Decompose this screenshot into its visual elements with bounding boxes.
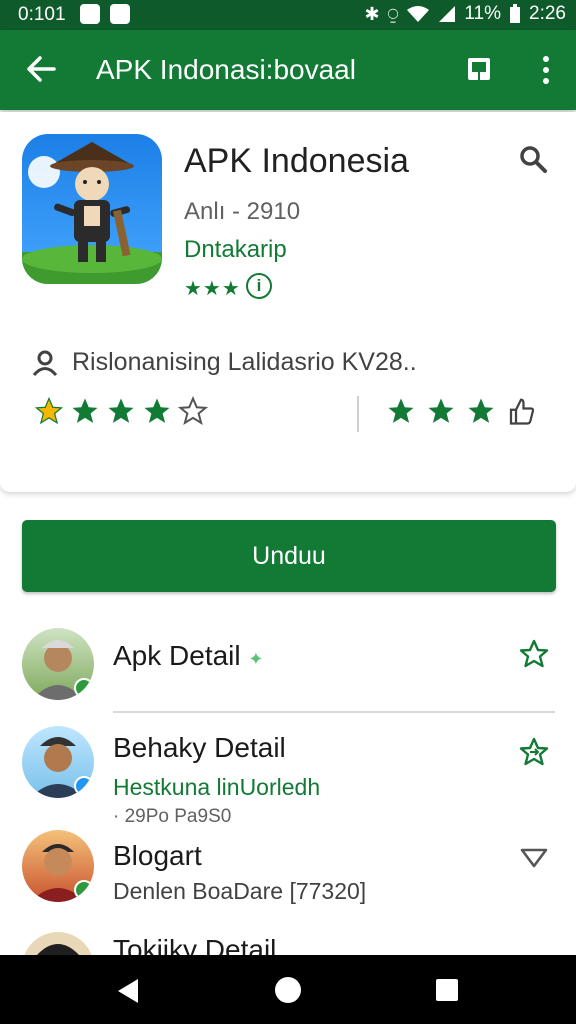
more-vert-icon[interactable] — [532, 54, 560, 86]
wifi-icon — [407, 6, 430, 22]
item-subtitle: Denlen BoaDare [77320] — [113, 878, 367, 904]
status-clock: 2:26 — [529, 3, 566, 24]
list-item[interactable]: Blogart Denlen BoaDare [77320] — [0, 828, 576, 910]
star-filled-icon[interactable] — [142, 396, 172, 426]
list-item[interactable]: Tokiiky Detail — [0, 926, 576, 955]
star-arrow-icon[interactable] — [518, 736, 550, 768]
star-outline-icon[interactable] — [518, 638, 550, 670]
page-title: APK Indonasi:bovaal — [96, 54, 356, 85]
app-icon — [22, 134, 162, 284]
list-divider — [113, 711, 555, 713]
farmer-mascot-icon — [22, 142, 162, 284]
nav-back-icon[interactable] — [114, 977, 142, 1005]
app-rating-stars: ★★★ — [184, 278, 241, 300]
item-title: Apk Detail ✦ — [113, 640, 264, 671]
notification-icon — [80, 4, 100, 24]
avatar — [22, 726, 94, 798]
item-title: Behaky Detail — [113, 732, 286, 763]
item-title: Tokiiky Detail — [113, 934, 277, 955]
battery-icon — [510, 4, 521, 23]
status-bar: 0:101 ✱ ⍜ 11% 2:26 — [0, 0, 576, 30]
star-filled-icon — [468, 398, 494, 423]
vibrate-icon: ⍜ — [387, 3, 399, 24]
reviewer-text: Rislonanising Lalidasrio KV28.. — [72, 348, 417, 376]
system-nav-bar — [0, 955, 576, 1024]
status-icons: ✱ ⍜ 11% 2:26 — [364, 3, 566, 25]
avatar — [22, 830, 94, 902]
user-rating-stars[interactable] — [34, 396, 208, 426]
developer-link[interactable]: Dntakarip — [184, 236, 287, 264]
message-icon — [110, 4, 130, 24]
item-meta: · 29Po Pa9S0 — [113, 806, 232, 827]
rating-summary-stars — [386, 396, 536, 426]
nav-home-icon[interactable] — [275, 977, 301, 1003]
verified-badge-icon — [74, 678, 94, 698]
app-version: Anlı - 2910 — [184, 198, 301, 225]
star-filled-icon[interactable] — [70, 396, 100, 426]
nav-recents-icon[interactable] — [436, 979, 458, 1001]
verified-badge-icon — [74, 776, 94, 796]
star-filled-icon — [388, 398, 414, 423]
info-icon[interactable]: i — [246, 273, 272, 299]
status-time: 0:101 — [18, 4, 66, 25]
person-avatar-icon — [37, 944, 79, 955]
star-yellow-icon[interactable] — [34, 396, 64, 426]
star-filled-icon[interactable] — [106, 396, 136, 426]
rating-divider — [357, 396, 359, 432]
avatar — [22, 628, 94, 700]
triangle-down-icon[interactable] — [518, 842, 550, 874]
item-subtitle: Hestkuna linUorledh — [113, 774, 321, 800]
list-item[interactable]: Behaky Detail Hestkuna linUorledh · 29Po… — [0, 722, 576, 832]
search-icon[interactable] — [518, 144, 548, 174]
book-icon[interactable] — [466, 56, 492, 84]
app-bar: APK Indonasi:bovaal — [0, 30, 576, 110]
reviewer-row: Rislonanising Lalidasrio KV28.. — [32, 348, 417, 377]
app-header-card: APK Indonesia Anlı - 2910 Dntakarip ★★★ … — [0, 112, 576, 492]
thumb-up-icon[interactable] — [506, 396, 536, 426]
person-icon — [32, 350, 58, 376]
star-filled-icon — [428, 398, 454, 423]
list-item[interactable]: Apk Detail ✦ — [0, 626, 576, 706]
avatar — [22, 932, 94, 955]
sparkle-icon: ✦ — [248, 649, 264, 669]
back-arrow-icon[interactable] — [24, 52, 58, 86]
app-name: APK Indonesia — [184, 142, 409, 180]
verified-badge-icon — [74, 880, 94, 900]
signal-icon — [439, 6, 456, 22]
item-title: Blogart — [113, 840, 202, 871]
download-button[interactable]: Unduu — [22, 520, 556, 592]
star-outline-icon[interactable] — [178, 396, 208, 426]
bluetooth-icon: ✱ — [364, 3, 380, 24]
battery-percent: 11% — [464, 3, 502, 24]
